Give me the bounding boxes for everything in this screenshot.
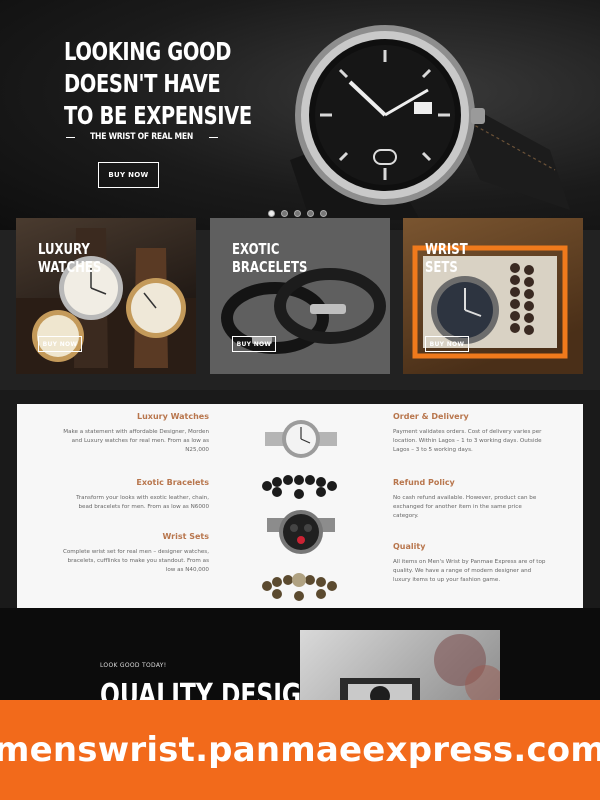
info-luxury-watches: Luxury Watches Make a statement with aff… xyxy=(61,412,209,455)
info-heading: Refund Policy xyxy=(393,478,455,487)
info-quality: Quality All items on Men's Wrist by Panm… xyxy=(393,542,547,585)
products-image xyxy=(262,420,337,601)
slider-dot-5[interactable] xyxy=(320,210,327,217)
domain-banner: menswrist.panmaeexpress.com xyxy=(0,700,600,800)
hero-slider: LOOKING GOOD DOESN'T HAVE TO BE EXPENSIV… xyxy=(0,0,600,230)
category-title-line-1: WRIST xyxy=(425,240,468,258)
promo-kicker: LOOK GOOD TODAY! xyxy=(100,662,167,669)
category-title-line-1: LUXURY xyxy=(38,240,90,258)
category-card-wrist-sets[interactable]: WRIST SETS BUY NOW xyxy=(403,218,583,374)
wrist-sets-buy-now-button[interactable]: BUY NOW xyxy=(425,336,469,352)
info-text: No cash refund available. However, produ… xyxy=(393,495,537,519)
slider-pagination xyxy=(268,210,327,217)
divider xyxy=(66,136,76,138)
category-title: WRIST SETS xyxy=(425,240,468,276)
luxury-watches-buy-now-button[interactable]: BUY NOW xyxy=(38,336,82,352)
slider-dot-2[interactable] xyxy=(281,210,288,217)
info-heading: Order & Delivery xyxy=(393,412,469,421)
info-heading: Luxury Watches xyxy=(137,412,209,421)
category-card-luxury-watches[interactable]: LUXURY WATCHES BUY NOW xyxy=(16,218,196,374)
hero-buy-now-button[interactable]: BUY NOW xyxy=(98,162,159,188)
info-text: Transform your looks with exotic leather… xyxy=(76,495,209,510)
info-wrist-sets: Wrist Sets Complete wrist set for real m… xyxy=(61,532,209,575)
hero-subtitle-text: THE WRIST OF REAL MEN xyxy=(90,132,194,142)
category-title: LUXURY WATCHES xyxy=(38,240,101,276)
info-text: Complete wrist set for real men – design… xyxy=(62,549,209,573)
promo-watch-image xyxy=(340,634,500,710)
category-title-line-2: SETS xyxy=(425,258,458,276)
category-title-line-2: BRACELETS xyxy=(232,258,308,276)
hero-headline: LOOKING GOOD DOESN'T HAVE TO BE EXPENSIV… xyxy=(64,36,264,132)
divider xyxy=(208,136,218,138)
category-card-exotic-bracelets[interactable]: EXOTIC BRACELETS BUY NOW xyxy=(210,218,390,374)
info-heading: Wrist Sets xyxy=(162,532,209,541)
domain-text: menswrist.panmaeexpress.com xyxy=(0,730,600,770)
hero-headline-line-2: DOESN'T HAVE xyxy=(64,69,221,98)
promo-photo xyxy=(300,630,500,710)
hero-watch-image xyxy=(290,25,570,220)
info-heading: Quality xyxy=(393,542,426,551)
exotic-bracelets-buy-now-button[interactable]: BUY NOW xyxy=(232,336,276,352)
category-title-line-1: EXOTIC xyxy=(232,240,280,258)
slider-dot-1[interactable] xyxy=(268,210,275,217)
hero-subtitle: THE WRIST OF REAL MEN xyxy=(66,132,218,142)
info-refund-policy: Refund Policy No cash refund available. … xyxy=(393,478,547,521)
slider-dot-3[interactable] xyxy=(294,210,301,217)
info-text: All items on Men's Wrist by Panmae Expre… xyxy=(393,559,546,583)
category-title: EXOTIC BRACELETS xyxy=(232,240,307,276)
info-order-delivery: Order & Delivery Payment validates order… xyxy=(393,412,547,455)
info-panel: Luxury Watches Make a statement with aff… xyxy=(17,404,583,608)
category-title-line-2: WATCHES xyxy=(38,258,102,276)
hero-headline-line-3: TO BE EXPENSIVE xyxy=(64,101,252,130)
info-text: Make a statement with affordable Designe… xyxy=(63,429,209,453)
info-heading: Exotic Bracelets xyxy=(136,478,209,487)
slider-dot-4[interactable] xyxy=(307,210,314,217)
hero-headline-line-1: LOOKING GOOD xyxy=(64,37,232,66)
info-exotic-bracelets: Exotic Bracelets Transform your looks wi… xyxy=(61,478,209,512)
info-text: Payment validates orders. Cost of delive… xyxy=(393,429,542,453)
